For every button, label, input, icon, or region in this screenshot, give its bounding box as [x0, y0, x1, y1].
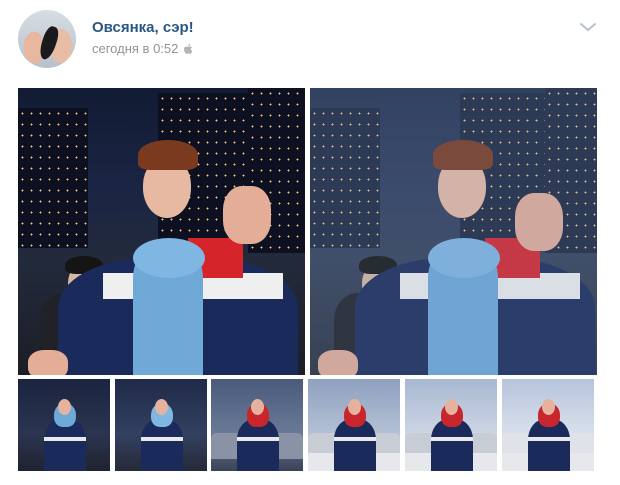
thumb-2[interactable]	[115, 379, 207, 471]
post-time-text: сегодня в 0:52	[92, 41, 179, 56]
thumb-3[interactable]	[211, 379, 303, 471]
apple-icon	[184, 43, 193, 54]
post-author-link[interactable]: Овсянка, сэр!	[92, 19, 194, 36]
thumb-6[interactable]	[502, 379, 594, 471]
thumb-1[interactable]	[18, 379, 110, 471]
avatar[interactable]	[18, 10, 76, 68]
thumb-4[interactable]	[308, 379, 400, 471]
photo-1[interactable]	[18, 88, 305, 375]
thumb-5[interactable]	[405, 379, 497, 471]
photo-2[interactable]	[310, 88, 597, 375]
chevron-down-icon[interactable]	[578, 20, 598, 34]
post-time[interactable]: сегодня в 0:52	[92, 41, 193, 56]
